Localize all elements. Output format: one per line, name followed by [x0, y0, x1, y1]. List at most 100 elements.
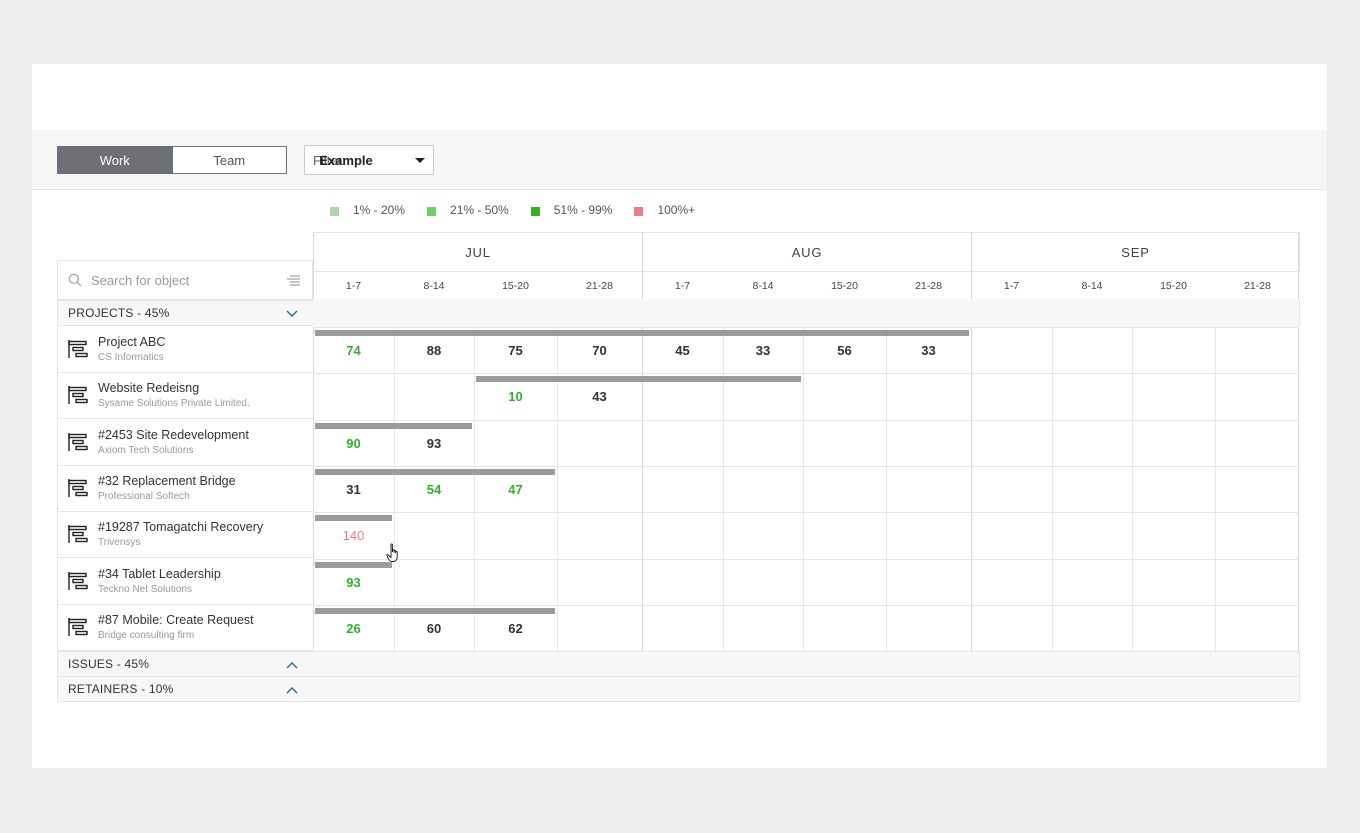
allocation-value[interactable]: 45: [653, 343, 713, 358]
grid-column-line: [1132, 299, 1133, 651]
gantt-icon: [68, 386, 88, 405]
view-toggle: Work Team: [57, 146, 287, 174]
legend-item: 100%+: [634, 203, 695, 217]
grid-column-line: [971, 232, 972, 651]
search-icon: [68, 273, 82, 287]
legend-label: 100%+: [657, 203, 696, 217]
grid-column-line: [394, 299, 395, 651]
grid-column-line: [557, 299, 558, 651]
week-header: 15-20: [1132, 271, 1215, 299]
team-view-button[interactable]: Team: [171, 147, 287, 173]
project-row[interactable]: #32 Replacement Bridge Professional Softe…: [57, 465, 313, 512]
allocation-value[interactable]: 33: [899, 343, 959, 358]
legend-label: 21% - 50%: [450, 203, 509, 217]
grid-column-line: [313, 232, 314, 651]
legend-swatch: [427, 206, 437, 216]
project-client: CS Informatics: [98, 352, 164, 363]
section-issues[interactable]: ISSUES - 45%: [57, 651, 1300, 677]
gantt-icon: [68, 617, 88, 636]
allocation-value[interactable]: 93: [404, 436, 464, 451]
legend-label: 1% - 20%: [353, 203, 406, 217]
work-view-button[interactable]: Work: [58, 147, 172, 173]
allocation-value[interactable]: 75: [486, 343, 546, 358]
allocation-value[interactable]: 47: [486, 482, 546, 497]
grid-row-line: [313, 466, 1299, 467]
filter-value: Example: [319, 152, 373, 168]
gantt-icon: [68, 340, 88, 358]
grid-row-line: [313, 605, 1299, 606]
chevron-up-icon[interactable]: [286, 660, 298, 670]
section-retainers[interactable]: RETAINERS - 10%: [57, 676, 1300, 702]
search-input[interactable]: Search for object: [91, 273, 189, 288]
timeline-bar[interactable]: [315, 422, 472, 429]
legend: 1% - 20% 21% - 50% 51% - 99% 100%+: [330, 203, 717, 217]
allocation-value[interactable]: 10: [486, 389, 546, 404]
allocation-value[interactable]: 33: [733, 343, 793, 358]
week-header: 8-14: [1052, 271, 1132, 299]
filter-dropdown[interactable]: Filter: Example: [304, 145, 434, 175]
allocation-value[interactable]: 140: [324, 528, 384, 543]
legend-item: 21% - 50%: [427, 203, 509, 217]
legend-swatch: [634, 206, 644, 216]
timeline-bar[interactable]: [315, 607, 555, 614]
project-row[interactable]: #2453 Site Redevelopment Axiom Tech Solut…: [57, 419, 313, 466]
project-name: #19287 Tomagatchi Recovery: [98, 520, 264, 535]
section-band: [313, 299, 1299, 327]
grid-column-line: [886, 299, 887, 651]
project-row[interactable]: Website Redeisng Sysame Solutions Private…: [57, 373, 313, 420]
timeline-bar[interactable]: [476, 376, 801, 383]
section-label: ISSUES - 45%: [68, 657, 150, 671]
project-name: Website Redeisng: [98, 381, 200, 396]
project-name: #2453 Site Redevelopment: [98, 427, 249, 442]
week-header: 21-28: [886, 271, 971, 299]
allocation-value[interactable]: 54: [404, 482, 464, 497]
month-header: JUL: [313, 232, 642, 271]
grid-column-line: [803, 299, 804, 651]
allocation-value[interactable]: 74: [324, 343, 384, 358]
week-header: 8-14: [723, 271, 803, 299]
gantt-icon: [68, 571, 88, 590]
allocation-value[interactable]: 90: [324, 436, 384, 451]
week-header: 1-7: [642, 271, 723, 299]
allocation-value[interactable]: 26: [324, 621, 384, 636]
grid-column-line: [1052, 299, 1053, 651]
timeline-bar[interactable]: [315, 330, 969, 336]
week-header: 1-7: [971, 271, 1052, 299]
project-name: #34 Tablet Leadership: [98, 566, 221, 581]
week-header: 21-28: [1215, 271, 1300, 299]
chevron-up-icon[interactable]: [286, 685, 298, 695]
project-row[interactable]: #87 Mobile: Create Request Bridge consult…: [57, 604, 313, 651]
grid-column-line: [1298, 232, 1299, 651]
timeline-bar[interactable]: [315, 468, 555, 475]
legend-swatch: [530, 206, 540, 216]
project-name: #32 Replacement Bridge: [98, 473, 236, 488]
timeline-bar[interactable]: [315, 561, 392, 568]
project-client: Sysame Solutions Private Limited.: [98, 398, 250, 410]
week-header: 21-28: [557, 271, 642, 299]
search-box[interactable]: Search for object: [57, 260, 313, 300]
hand-cursor-icon: [386, 543, 398, 562]
project-row[interactable]: #34 Tablet Leadership Teckno Net Solution…: [57, 558, 313, 605]
caret-down-icon: [415, 158, 425, 163]
legend-item: 51% - 99%: [530, 203, 613, 217]
legend-label: 51% - 99%: [553, 203, 613, 217]
grid-row-line: [313, 420, 1299, 421]
project-name: Project ABC: [98, 335, 166, 349]
allocation-value[interactable]: 93: [324, 575, 384, 590]
allocation-value[interactable]: 70: [570, 343, 630, 358]
allocation-value[interactable]: 56: [815, 343, 875, 358]
gantt-icon: [68, 525, 88, 544]
list-filter-icon[interactable]: [287, 275, 300, 286]
grid-column-line: [642, 232, 643, 651]
timeline-bar[interactable]: [315, 515, 392, 522]
month-header: SEP: [971, 232, 1300, 271]
project-row[interactable]: Project ABC CS Informatics: [57, 327, 313, 373]
allocation-value[interactable]: 43: [570, 389, 630, 404]
chevron-down-icon[interactable]: [286, 309, 298, 319]
allocation-value[interactable]: 88: [404, 343, 464, 358]
timeline-grid: JUL AUG SEP 1-7 8-14 15-20 21-28 1-7 8-14 15-20 21…: [313, 232, 1300, 652]
allocation-value[interactable]: 62: [486, 621, 546, 636]
allocation-value[interactable]: 60: [404, 621, 464, 636]
project-row[interactable]: #19287 Tomagatchi Recovery Trivensys: [57, 512, 313, 559]
allocation-value[interactable]: 31: [324, 482, 384, 497]
